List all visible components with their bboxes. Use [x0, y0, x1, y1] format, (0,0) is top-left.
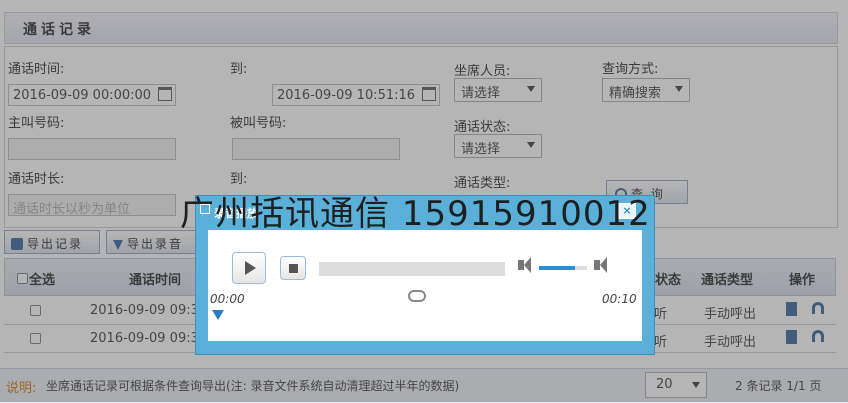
play-button[interactable] [232, 252, 266, 284]
play-icon [245, 261, 256, 275]
repeat-icon[interactable] [408, 290, 426, 302]
speaker-icon [524, 257, 531, 273]
audio-player: 00:00 00:10 [208, 230, 642, 341]
progress-track[interactable] [319, 262, 505, 276]
time-current: 00:00 [210, 292, 245, 306]
stop-icon [289, 264, 298, 273]
watermark-text: 广州括讯通信 15915910012 [180, 194, 651, 234]
download-icon[interactable] [212, 310, 224, 320]
volume-track[interactable] [539, 266, 587, 270]
speaker-icon [600, 257, 607, 273]
time-total: 00:10 [602, 292, 637, 306]
volume-fill [539, 266, 575, 270]
stop-button[interactable] [280, 256, 306, 280]
